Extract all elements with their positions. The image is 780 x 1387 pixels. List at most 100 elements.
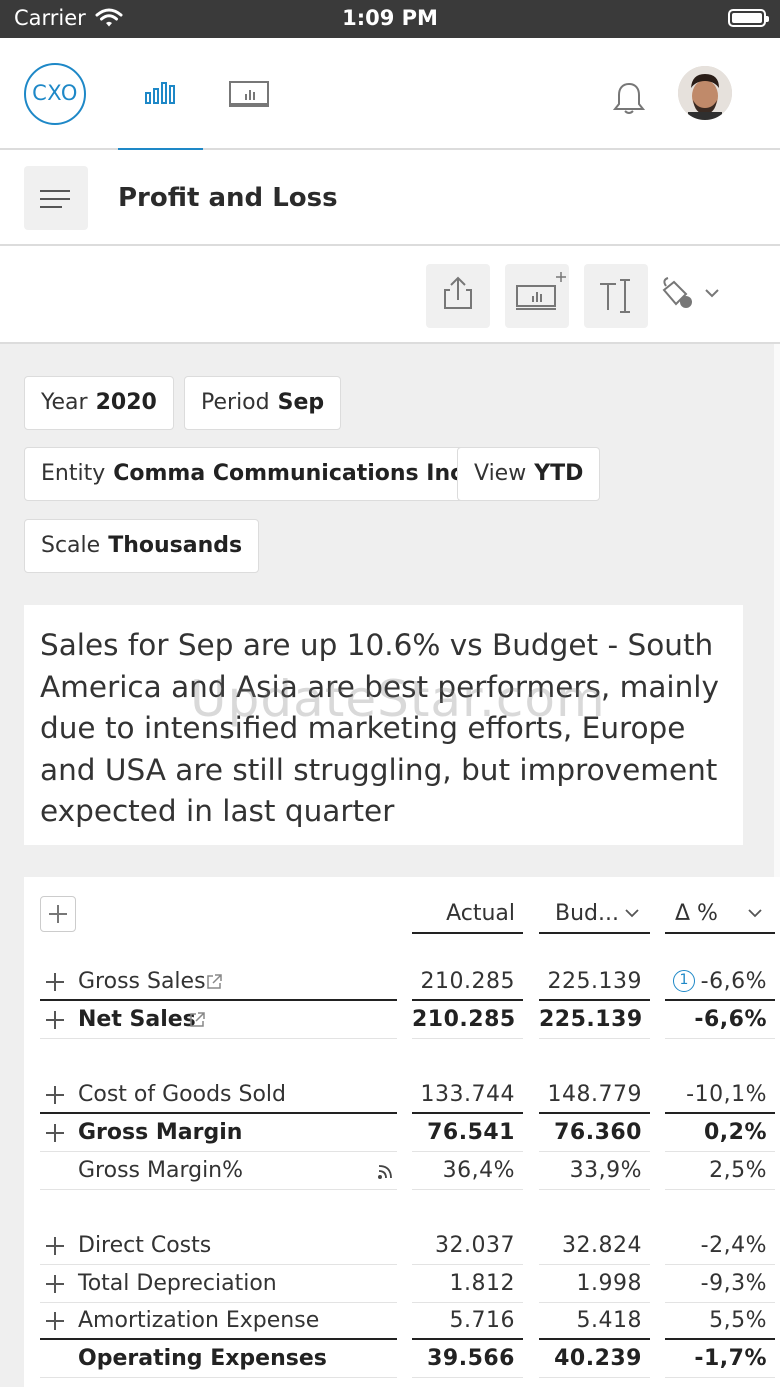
row-label-cell: Amortization Expense [40,1303,397,1340]
column-header-delta[interactable]: Δ % [665,896,775,934]
top-navigation: CXO [0,38,780,152]
expand-plus-icon[interactable] [46,973,64,991]
row-label-cell: Gross Margin% [40,1153,397,1190]
delta-value: 2,5% [665,1153,775,1190]
row-label-cell: Gross Margin [40,1115,397,1152]
period-filter-value: Sep [277,390,325,415]
table-row[interactable]: Operating Expenses 39.566 40.239 -1,7% [0,1341,780,1379]
menu-icon-line [40,190,70,192]
scale-filter-chip[interactable]: Scale Thousands [24,519,260,573]
view-filter-chip[interactable]: View YTD [457,447,601,501]
expand-plus-icon[interactable] [46,1275,64,1293]
toolbar [0,246,780,344]
delta-value: 5,5% [665,1303,775,1340]
menu-button[interactable] [24,166,88,230]
menu-icon-line [40,198,70,200]
cxo-logo[interactable]: CXO [24,63,86,125]
expand-plus-icon[interactable] [46,1086,64,1104]
year-filter-label: Year [41,390,88,415]
delta-value: -1,7% [665,1341,775,1378]
period-filter-label: Period [201,390,270,415]
row-label: Operating Expenses [78,1346,327,1371]
actual-value: 1.812 [412,1266,523,1303]
notification-bell-icon[interactable] [611,80,647,116]
format-dropdown[interactable] [660,276,730,316]
row-label-cell: Operating Expenses [40,1341,397,1378]
delta-value: -6,6% [665,1002,775,1039]
row-label: Gross Sales [78,969,206,994]
actual-value: 32.037 [412,1228,523,1265]
table-row[interactable]: Gross Margin 76.541 76.360 0,2% [0,1115,780,1153]
actual-value: 36,4% [412,1153,523,1190]
table-row[interactable]: Net Sales 210.285 225.139 -6,6% [0,1002,780,1040]
tab-reports[interactable] [118,38,203,152]
user-avatar[interactable] [678,66,732,120]
info-badge-icon[interactable]: 1 [673,970,695,992]
tab-dashboard[interactable] [228,80,270,112]
clock: 1:09 PM [342,6,438,30]
share-button[interactable] [426,264,490,328]
table-row[interactable]: Amortization Expense 5.716 5.418 5,5% [0,1303,780,1341]
expand-plus-icon[interactable] [46,1124,64,1142]
user-photo [678,66,732,120]
presentation-icon [229,81,269,107]
budget-value: 76.360 [539,1115,650,1152]
entity-filter-chip[interactable]: Entity Comma Communications Inc. [24,447,489,501]
text-annotation-button[interactable] [584,264,648,328]
expand-plus-icon[interactable] [46,1011,64,1029]
actual-value: 76.541 [412,1115,523,1152]
scale-filter-value: Thousands [108,533,243,558]
expand-plus-icon[interactable] [46,1237,64,1255]
row-label: Cost of Goods Sold [78,1082,286,1107]
budget-value: 225.139 [539,964,650,1001]
external-link-icon[interactable] [205,973,223,991]
column-header-delta-label: Δ % [675,901,718,926]
delta-value: -10,1% [665,1077,775,1114]
scale-filter-label: Scale [41,533,101,558]
battery-icon [728,9,769,27]
formula-feed-icon [378,1165,392,1179]
external-link-icon[interactable] [188,1011,206,1029]
delta-value: -9,3% [665,1266,775,1303]
column-header-budget-label: Bud... [555,901,619,926]
chevron-down-icon [748,909,762,918]
row-label: Gross Margin% [78,1158,244,1183]
year-filter-chip[interactable]: Year 2020 [24,376,174,430]
column-header-actual[interactable]: Actual [412,896,523,934]
row-label: Amortization Expense [78,1308,320,1333]
table-row[interactable]: Total Depreciation 1.812 1.998 -9,3% [0,1266,780,1304]
row-label: Net Sales [78,1007,196,1032]
row-label: Direct Costs [78,1233,212,1258]
row-label-cell: Gross Sales [40,964,397,1001]
delta-value: 0,2% [665,1115,775,1152]
column-header-actual-label: Actual [446,901,515,926]
share-icon [444,276,472,309]
add-to-dashboard-button[interactable] [505,264,569,328]
entity-filter-label: Entity [41,461,106,486]
period-filter-chip[interactable]: Period Sep [184,376,342,430]
actual-value: 210.285 [412,1002,523,1039]
row-label-cell: Total Depreciation [40,1266,397,1303]
view-filter-value: YTD [534,461,584,486]
menu-icon-line [40,206,62,208]
status-bar: Carrier 1:09 PM [0,0,780,38]
table-row[interactable]: Gross Margin% 36,4% 33,9% 2,5% [0,1153,780,1191]
budget-value: 225.139 [539,1002,650,1039]
row-label-cell: Cost of Goods Sold [40,1077,397,1114]
budget-value: 32.824 [539,1228,650,1265]
row-label: Gross Margin [78,1120,243,1145]
page-title: Profit and Loss [118,183,338,213]
actual-value: 133.744 [412,1077,523,1114]
table-row[interactable]: Gross Sales 210.285 225.139 -6,6% 1 [0,964,780,1002]
add-column-button[interactable] [40,896,76,932]
table-row[interactable]: Cost of Goods Sold 133.744 148.779 -10,1… [0,1077,780,1115]
budget-value: 33,9% [539,1153,650,1190]
view-filter-label: View [474,461,527,486]
budget-value: 40.239 [539,1341,650,1378]
column-header-budget[interactable]: Bud... [539,896,650,934]
title-bar: Profit and Loss [0,150,780,246]
expand-plus-icon[interactable] [46,1312,64,1330]
table-row[interactable]: Direct Costs 32.037 32.824 -2,4% [0,1228,780,1266]
bar-chart-icon [145,82,175,104]
watermark: UpdateStar.com [190,670,606,728]
